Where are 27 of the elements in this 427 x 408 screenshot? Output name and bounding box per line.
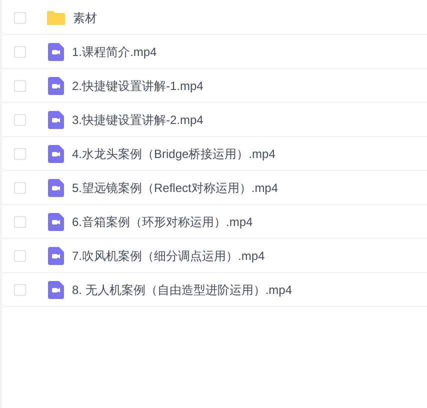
file-name[interactable]: 6.音箱案例（环形对称运用）.mp4 xyxy=(72,212,253,230)
video-file-icon xyxy=(48,76,64,94)
checkbox[interactable] xyxy=(14,216,26,228)
video-file-icon xyxy=(48,178,64,196)
checkbox[interactable] xyxy=(14,148,26,160)
video-file-icon xyxy=(48,144,64,162)
checkbox[interactable] xyxy=(14,80,26,92)
file-name[interactable]: 5.望远镜案例（Reflect对称运用）.mp4 xyxy=(72,178,278,196)
folder-icon xyxy=(47,10,65,25)
file-name[interactable]: 7.吹风机案例（细分调点运用）.mp4 xyxy=(72,246,265,264)
video-file-icon xyxy=(48,42,64,60)
video-file-icon xyxy=(48,246,64,264)
file-name[interactable]: 3.快捷键设置讲解-2.mp4 xyxy=(72,110,204,128)
checkbox[interactable] xyxy=(14,114,26,126)
checkbox[interactable] xyxy=(14,284,26,296)
file-name[interactable]: 8. 无人机案例（自由造型进阶运用）.mp4 xyxy=(72,280,292,298)
file-name[interactable]: 2.快捷键设置讲解-1.mp4 xyxy=(72,76,204,94)
checkbox[interactable] xyxy=(14,250,26,262)
checkbox[interactable] xyxy=(14,182,26,194)
file-name[interactable]: 1.课程简介.mp4 xyxy=(72,42,157,60)
checkbox[interactable] xyxy=(14,46,26,58)
video-file-icon xyxy=(48,212,64,230)
file-name[interactable]: 4.水龙头案例（Bridge桥接运用）.mp4 xyxy=(72,144,276,162)
file-name[interactable]: 素材 xyxy=(73,8,97,26)
video-file-icon xyxy=(48,110,64,128)
checkbox[interactable] xyxy=(14,12,26,24)
video-file-icon xyxy=(48,280,64,298)
